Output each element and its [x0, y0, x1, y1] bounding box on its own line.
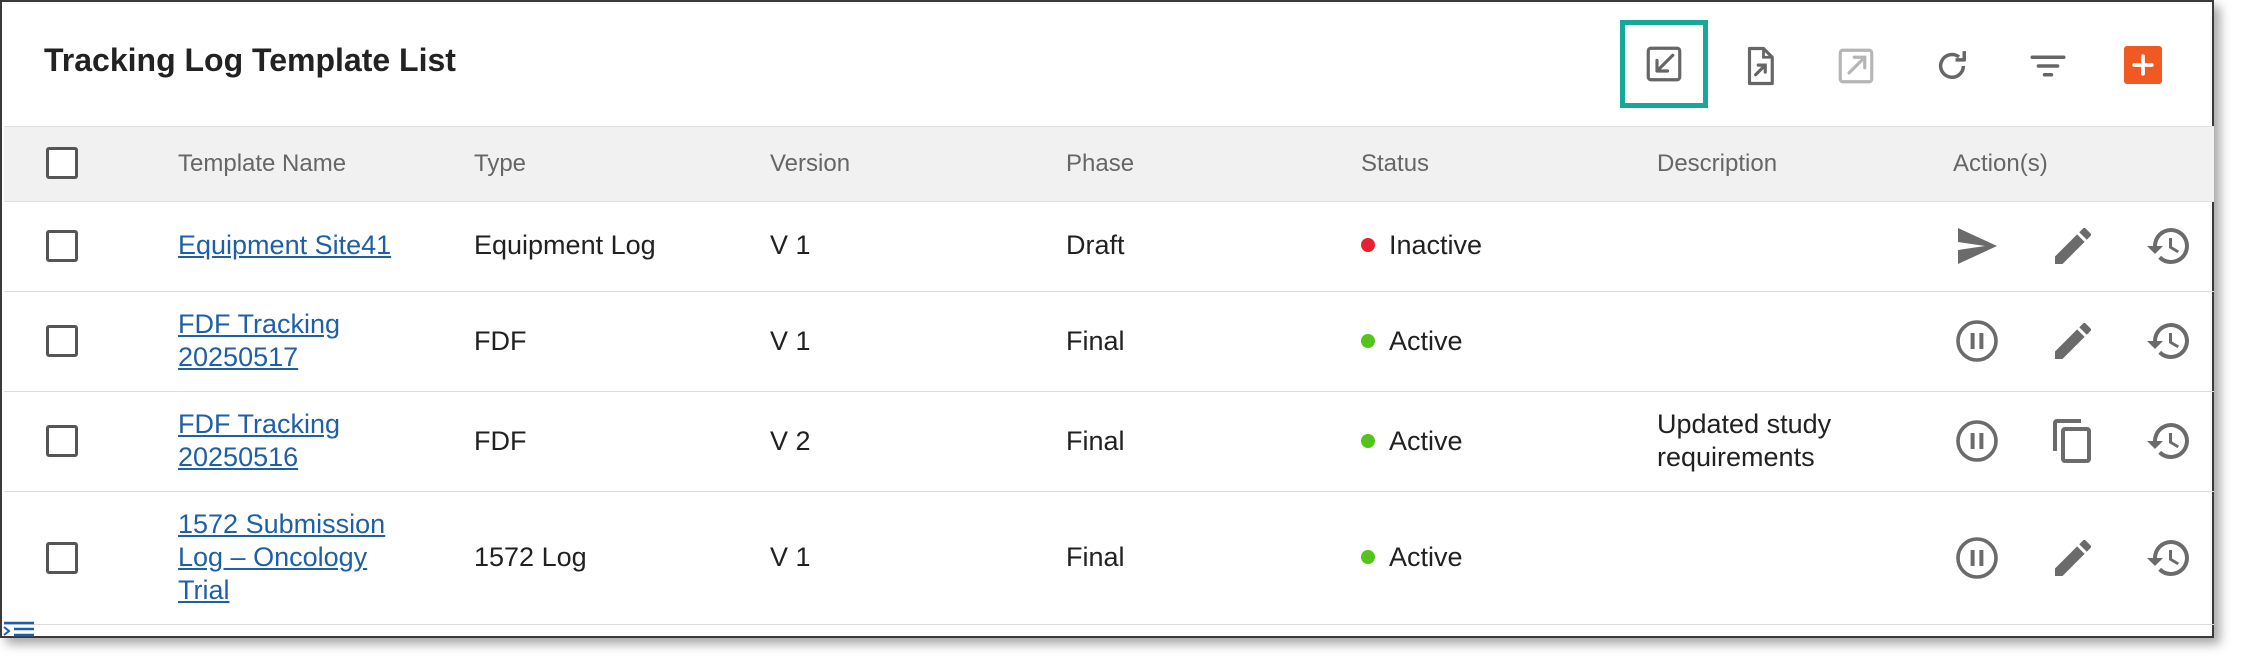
row-checkbox[interactable] — [46, 230, 78, 262]
type-cell: FDF — [474, 426, 527, 456]
edit-icon — [2055, 323, 2091, 359]
description-cell: Updated study requirements — [1657, 409, 1832, 472]
type-cell: 1572 Log — [474, 542, 587, 572]
type-cell: FDF — [474, 326, 527, 356]
phase-cell: Final — [1066, 426, 1125, 456]
version-cell: V 1 — [770, 230, 811, 260]
status-cell: Inactive — [1361, 229, 1482, 262]
status-dot — [1361, 433, 1375, 448]
column-header-type[interactable]: Type — [474, 127, 526, 201]
version-cell: V 1 — [770, 542, 811, 572]
table-row: Equipment Site41 Equipment Log V 1 Draft… — [4, 201, 2214, 292]
copy-button[interactable] — [2049, 417, 2097, 465]
type-cell: Equipment Log — [474, 230, 656, 260]
version-cell: V 1 — [770, 326, 811, 356]
phase-cell: Draft — [1066, 230, 1125, 260]
history-button[interactable] — [2145, 534, 2193, 582]
export-file-icon — [1747, 46, 1774, 86]
table-header: Template Name Type Version Phase Status … — [4, 126, 2214, 202]
add-template-button[interactable] — [2124, 46, 2162, 84]
status-cell: Active — [1361, 425, 1463, 458]
table-row: 1572 Submission Log – Oncology Trial 1572 … — [4, 492, 2214, 625]
column-header-template-name[interactable]: Template Name — [178, 127, 346, 201]
version-cell: V 2 — [770, 426, 811, 456]
list-menu-icon[interactable] — [2, 618, 36, 640]
column-header-description[interactable]: Description — [1657, 127, 1777, 201]
filter-icon — [2030, 55, 2066, 77]
edit-icon — [2055, 540, 2091, 576]
row-checkbox[interactable] — [46, 542, 78, 574]
history-icon — [2147, 540, 2189, 577]
send-button[interactable] — [1953, 222, 2001, 270]
open-external-button[interactable] — [1826, 36, 1886, 96]
edit-button[interactable] — [2049, 222, 2097, 270]
template-name-link[interactable]: 1572 Submission Log – Oncology Trial — [178, 509, 385, 605]
template-name-link[interactable]: FDF Tracking 20250517 — [178, 309, 340, 372]
history-button[interactable] — [2145, 317, 2193, 365]
history-icon — [2147, 228, 2189, 265]
page-title: Tracking Log Template List — [44, 42, 456, 78]
template-name-link[interactable]: Equipment Site41 — [178, 230, 391, 260]
phase-cell: Final — [1066, 326, 1125, 356]
status-dot — [1361, 333, 1375, 348]
pause-button[interactable] — [1953, 417, 2001, 465]
history-icon — [2147, 323, 2189, 360]
send-icon — [1958, 228, 1997, 264]
pause-icon — [1956, 320, 1998, 362]
refresh-icon — [1938, 51, 1966, 79]
template-list-panel: Tracking Log Template List Template Name… — [0, 0, 2214, 638]
history-icon — [2147, 423, 2189, 460]
pause-button[interactable] — [1953, 534, 2001, 582]
pause-button[interactable] — [1953, 317, 2001, 365]
column-header-actions: Action(s) — [1953, 150, 2048, 177]
refresh-button[interactable] — [1922, 36, 1982, 96]
status-dot — [1361, 549, 1375, 564]
history-button[interactable] — [2145, 222, 2193, 270]
status-dot — [1361, 237, 1375, 252]
export-button[interactable] — [1730, 36, 1790, 96]
column-header-version[interactable]: Version — [770, 127, 850, 201]
table-row: FDF Tracking 20250516 FDF V 2 Final Activ… — [4, 392, 2214, 492]
pause-icon — [1956, 420, 1998, 462]
open-external-icon — [1838, 48, 1874, 84]
edit-icon — [2055, 228, 2091, 264]
column-header-phase[interactable]: Phase — [1066, 127, 1134, 201]
filter-button[interactable] — [2018, 36, 2078, 96]
column-header-status[interactable]: Status — [1361, 127, 1429, 201]
row-checkbox[interactable] — [46, 425, 78, 457]
template-name-link[interactable]: FDF Tracking 20250516 — [178, 409, 340, 472]
history-button[interactable] — [2145, 417, 2193, 465]
add-icon — [2132, 54, 2154, 76]
status-cell: Active — [1361, 541, 1463, 574]
phase-cell: Final — [1066, 542, 1125, 572]
import-button[interactable] — [1620, 20, 1708, 108]
row-checkbox[interactable] — [46, 325, 78, 357]
edit-button[interactable] — [2049, 534, 2097, 582]
pause-icon — [1956, 537, 1998, 579]
select-all-checkbox[interactable] — [46, 147, 78, 179]
import-icon — [1646, 46, 1682, 82]
status-cell: Active — [1361, 325, 1463, 358]
edit-button[interactable] — [2049, 317, 2097, 365]
table-row: FDF Tracking 20250517 FDF V 1 Final Activ… — [4, 292, 2214, 392]
copy-icon — [2053, 419, 2091, 463]
